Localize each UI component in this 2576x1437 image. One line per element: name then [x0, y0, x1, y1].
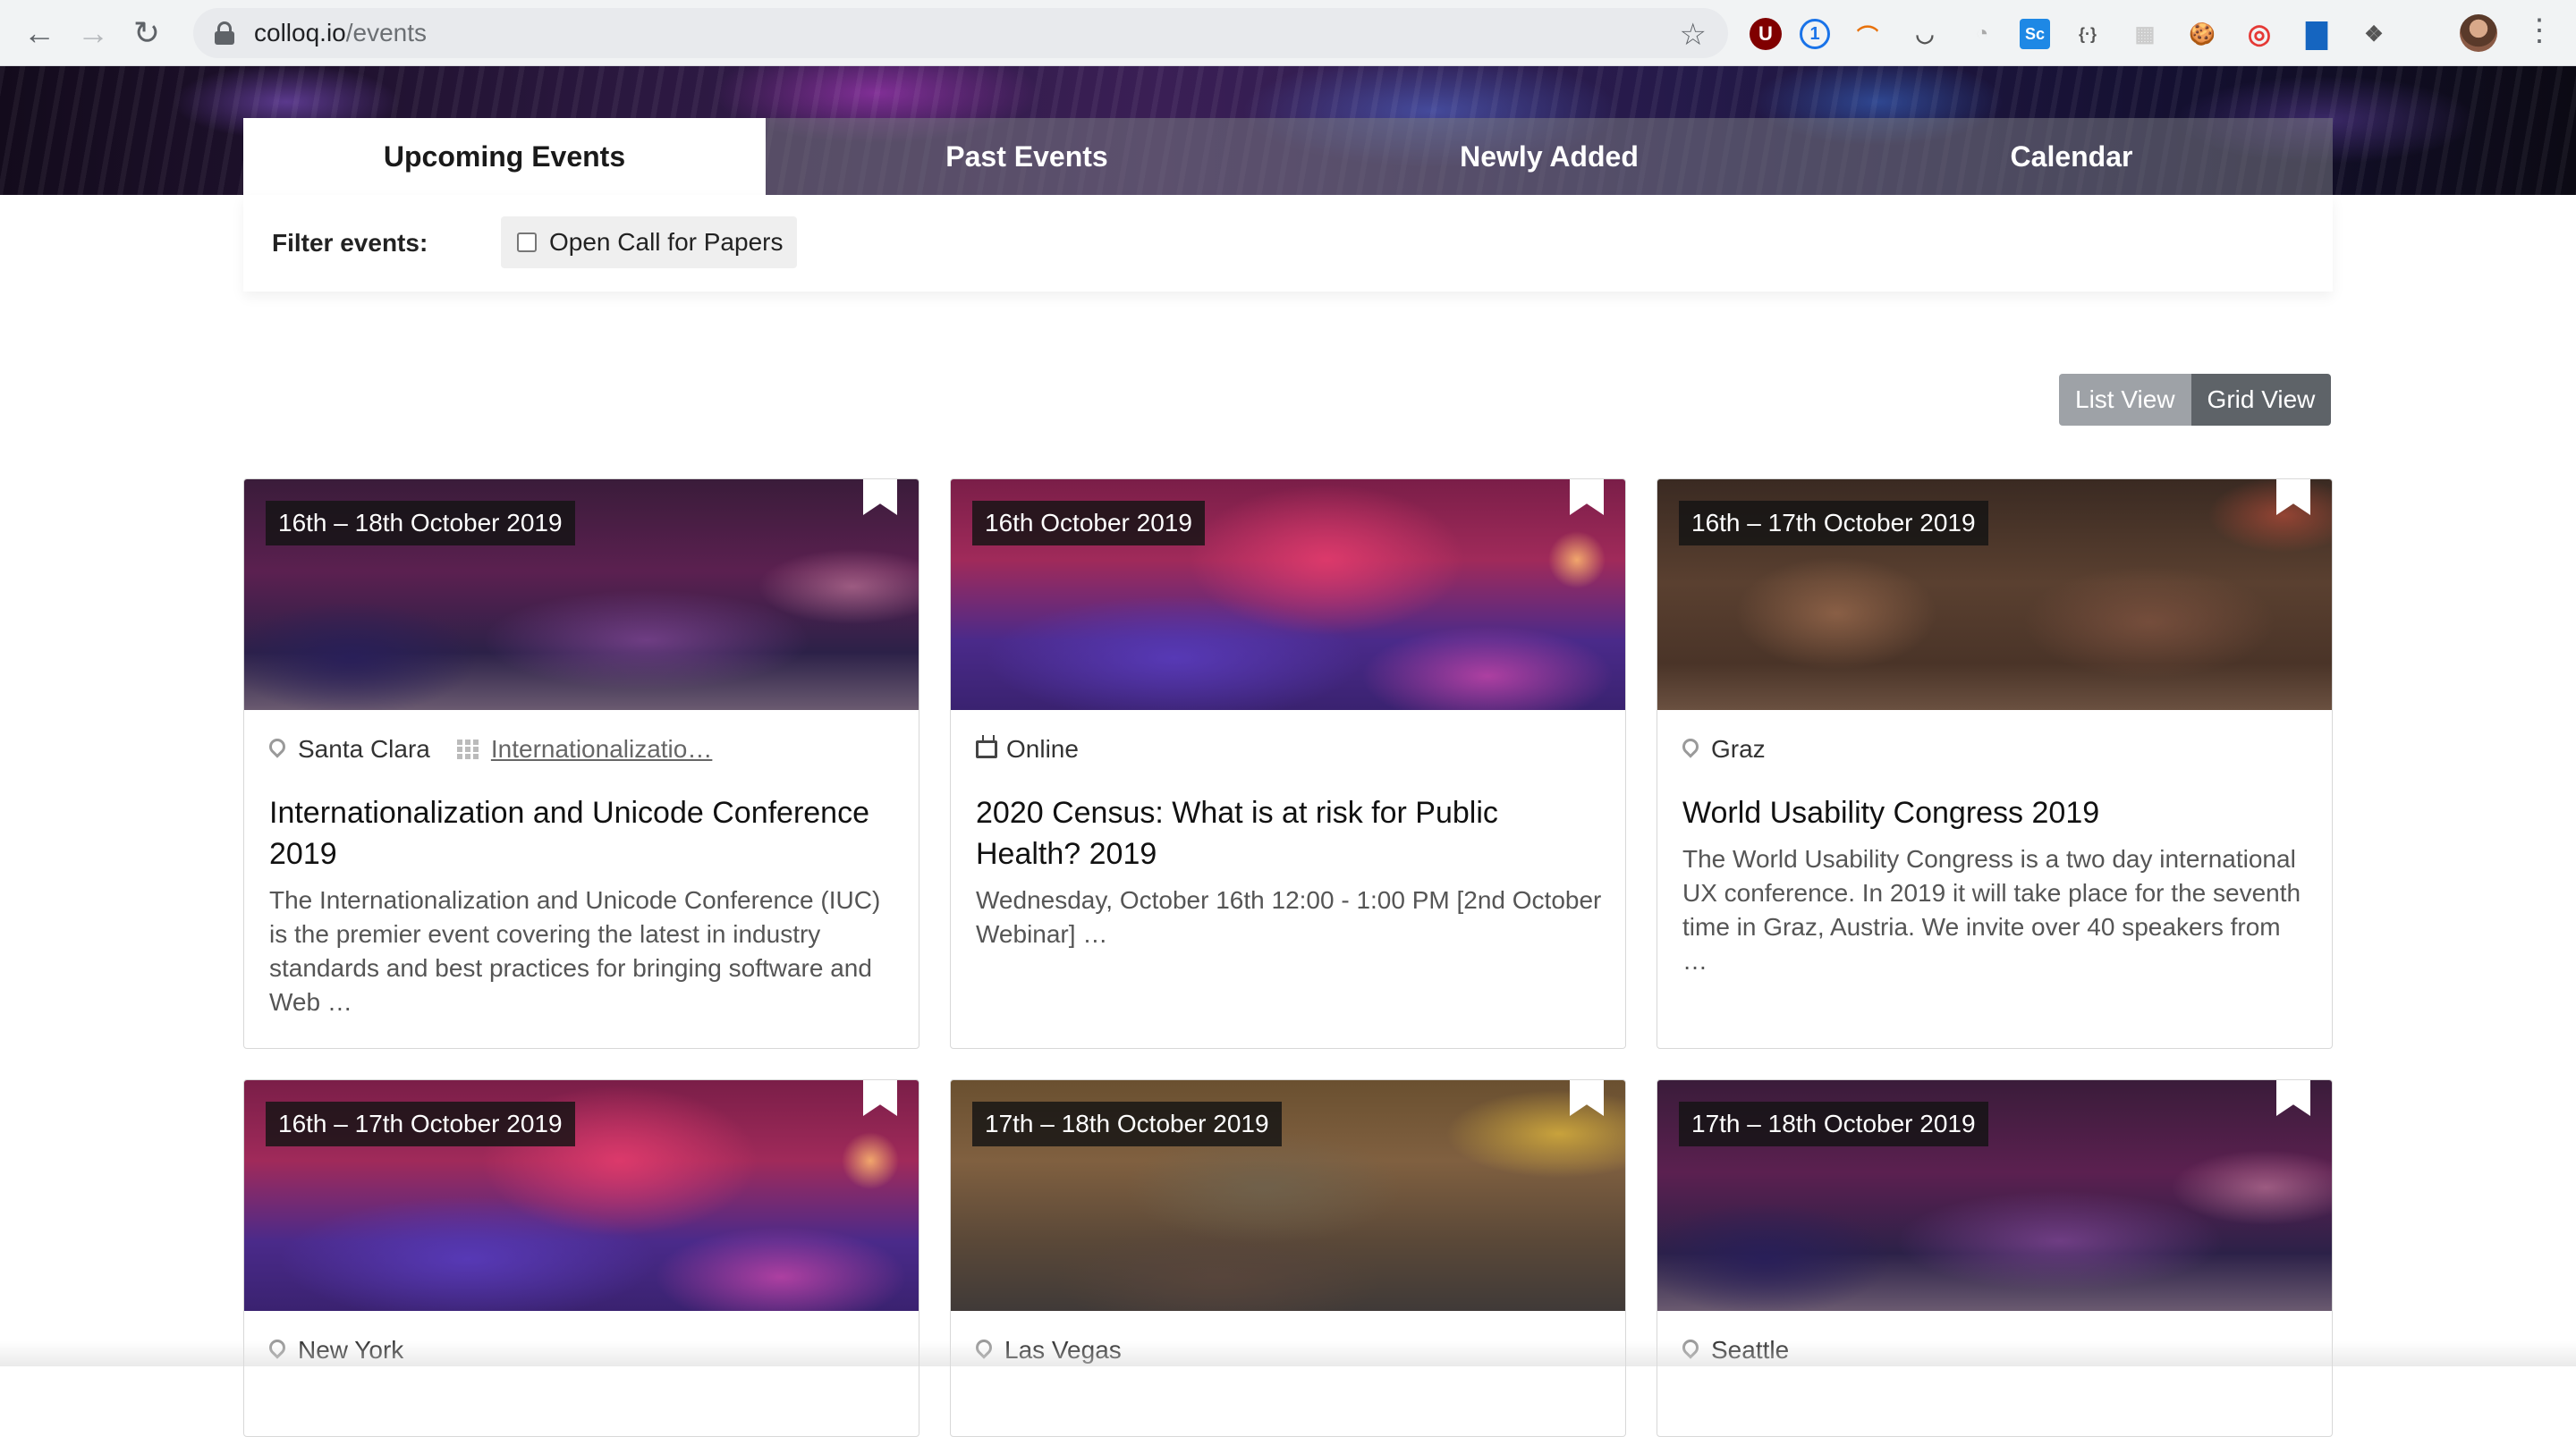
rainbow-icon[interactable]: ⌒: [1848, 14, 1887, 54]
lock-icon: [215, 21, 234, 45]
event-date-badge: 17th – 18th October 2019: [1679, 1102, 1988, 1146]
pocket-icon[interactable]: ◡: [1905, 14, 1945, 54]
dropbox-icon[interactable]: ❖: [2354, 14, 2394, 54]
event-location: Online: [1006, 735, 1079, 763]
bookmark-icon[interactable]: [863, 479, 897, 515]
event-image: 16th – 18th October 2019: [244, 479, 919, 710]
list-view-button[interactable]: List View: [2059, 374, 2191, 426]
tv-icon: [976, 740, 997, 758]
event-location: Graz: [1711, 735, 1766, 763]
blank-icon[interactable]: ▦: [2125, 14, 2165, 54]
event-date-badge: 16th – 18th October 2019: [266, 501, 575, 545]
cfp-checkbox[interactable]: [517, 232, 537, 252]
cfp-label: Open Call for Papers: [549, 228, 784, 256]
event-card[interactable]: 17th – 18th October 2019 Las Vegas: [950, 1079, 1626, 1437]
event-image: 16th – 17th October 2019: [1657, 479, 2332, 710]
address-bar[interactable]: colloq.io/events ☆: [193, 8, 1728, 58]
event-title[interactable]: 2020 Census: What is at risk for Public …: [976, 792, 1602, 875]
event-date-badge: 16th – 17th October 2019: [1679, 501, 1988, 545]
event-card-body: Online 2020 Census: What is at risk for …: [951, 710, 1625, 976]
event-card[interactable]: 16th – 18th October 2019 Santa Clara Int…: [243, 478, 919, 1049]
event-date-badge: 17th – 18th October 2019: [972, 1102, 1282, 1146]
url-host: colloq.io: [254, 19, 346, 46]
location-pin-icon: [269, 739, 285, 760]
event-card-body: Graz World Usability Congress 2019 The W…: [1657, 710, 2332, 1003]
sc-icon[interactable]: Sc: [2020, 19, 2050, 49]
event-image: 17th – 18th October 2019: [951, 1080, 1625, 1311]
bookmark-star-icon[interactable]: ☆: [1680, 17, 1707, 53]
bookmark-icon[interactable]: [1570, 1080, 1604, 1116]
timer-icon[interactable]: ◔: [1962, 14, 2002, 54]
event-meta: Online: [976, 733, 1602, 765]
code-icon[interactable]: {·}: [2068, 14, 2107, 54]
event-card[interactable]: 16th – 17th October 2019 Graz World Usab…: [1657, 478, 2333, 1049]
event-description: The Internationalization and Unicode Con…: [269, 886, 881, 1016]
bookmark-icon[interactable]: [2276, 1080, 2310, 1116]
event-title[interactable]: Internationalization and Unicode Confere…: [269, 792, 895, 875]
event-location: Santa Clara: [298, 735, 430, 763]
ring-icon[interactable]: ◎: [2240, 14, 2279, 54]
view-toggle: List View Grid View: [2059, 374, 2332, 426]
event-date-badge: 16th – 17th October 2019: [266, 1102, 575, 1146]
event-image: 16th October 2019: [951, 479, 1625, 710]
bookmark-icon[interactable]: [1570, 479, 1604, 515]
cfp-filter-toggle[interactable]: Open Call for Papers: [501, 216, 798, 268]
onepassword-icon[interactable]: 1: [1800, 19, 1830, 49]
bottom-fade: [0, 1341, 2576, 1366]
topic-grid-icon: [456, 740, 479, 759]
event-description: The World Usability Congress is a two da…: [1682, 845, 2301, 975]
event-title[interactable]: World Usability Congress 2019: [1682, 792, 2309, 833]
event-card[interactable]: 16th – 17th October 2019 New York: [243, 1079, 919, 1437]
forward-arrow-icon[interactable]: →: [66, 6, 120, 60]
bookmark-icon[interactable]: [863, 1080, 897, 1116]
browser-toolbar: ← → ↻ colloq.io/events ☆ U 1 ⌒ ◡ ◔ Sc {·…: [0, 0, 2576, 66]
event-topic-link[interactable]: Internationalizatio…: [491, 735, 712, 764]
event-card-body: Santa Clara Internationalizatio… Interna…: [244, 710, 919, 1044]
event-date-badge: 16th October 2019: [972, 501, 1205, 545]
event-meta: Santa Clara Internationalizatio…: [269, 733, 895, 765]
tab-past-events[interactable]: Past Events: [766, 118, 1288, 195]
url-path: /events: [345, 19, 428, 46]
extensions-bar: U 1 ⌒ ◡ ◔ Sc {·} ▦ 🍪 ◎ ▇ ❖: [1750, 14, 2394, 54]
event-card[interactable]: 17th – 18th October 2019 Seattle: [1657, 1079, 2333, 1437]
event-tabs: Upcoming Events Past Events Newly Added …: [243, 118, 2333, 195]
event-image: 16th – 17th October 2019: [244, 1080, 919, 1311]
event-description: Wednesday, October 16th 12:00 - 1:00 PM …: [976, 886, 1602, 948]
book-icon[interactable]: ▇: [2297, 14, 2336, 54]
bookmark-icon[interactable]: [2276, 479, 2310, 515]
event-image: 17th – 18th October 2019: [1657, 1080, 2332, 1311]
back-arrow-icon[interactable]: ←: [13, 6, 66, 60]
ublock-icon[interactable]: U: [1750, 18, 1782, 50]
location-pin-icon: [1682, 739, 1699, 760]
url-text: colloq.io/events: [254, 19, 427, 47]
profile-avatar[interactable]: [2460, 14, 2497, 52]
filter-bar: Filter events: Open Call for Papers: [243, 195, 2333, 292]
tab-calendar[interactable]: Calendar: [1810, 118, 2333, 195]
event-meta: Graz: [1682, 733, 2309, 765]
event-card[interactable]: 16th October 2019 Online 2020 Census: Wh…: [950, 478, 1626, 1049]
filter-label: Filter events:: [272, 229, 428, 257]
reload-icon[interactable]: ↻: [120, 6, 174, 60]
tab-upcoming-events[interactable]: Upcoming Events: [243, 118, 766, 195]
grid-view-button[interactable]: Grid View: [2190, 374, 2332, 426]
tab-newly-added[interactable]: Newly Added: [1288, 118, 1810, 195]
browser-menu-icon[interactable]: ⋮: [2524, 13, 2555, 48]
cookie-icon[interactable]: 🍪: [2182, 14, 2222, 54]
